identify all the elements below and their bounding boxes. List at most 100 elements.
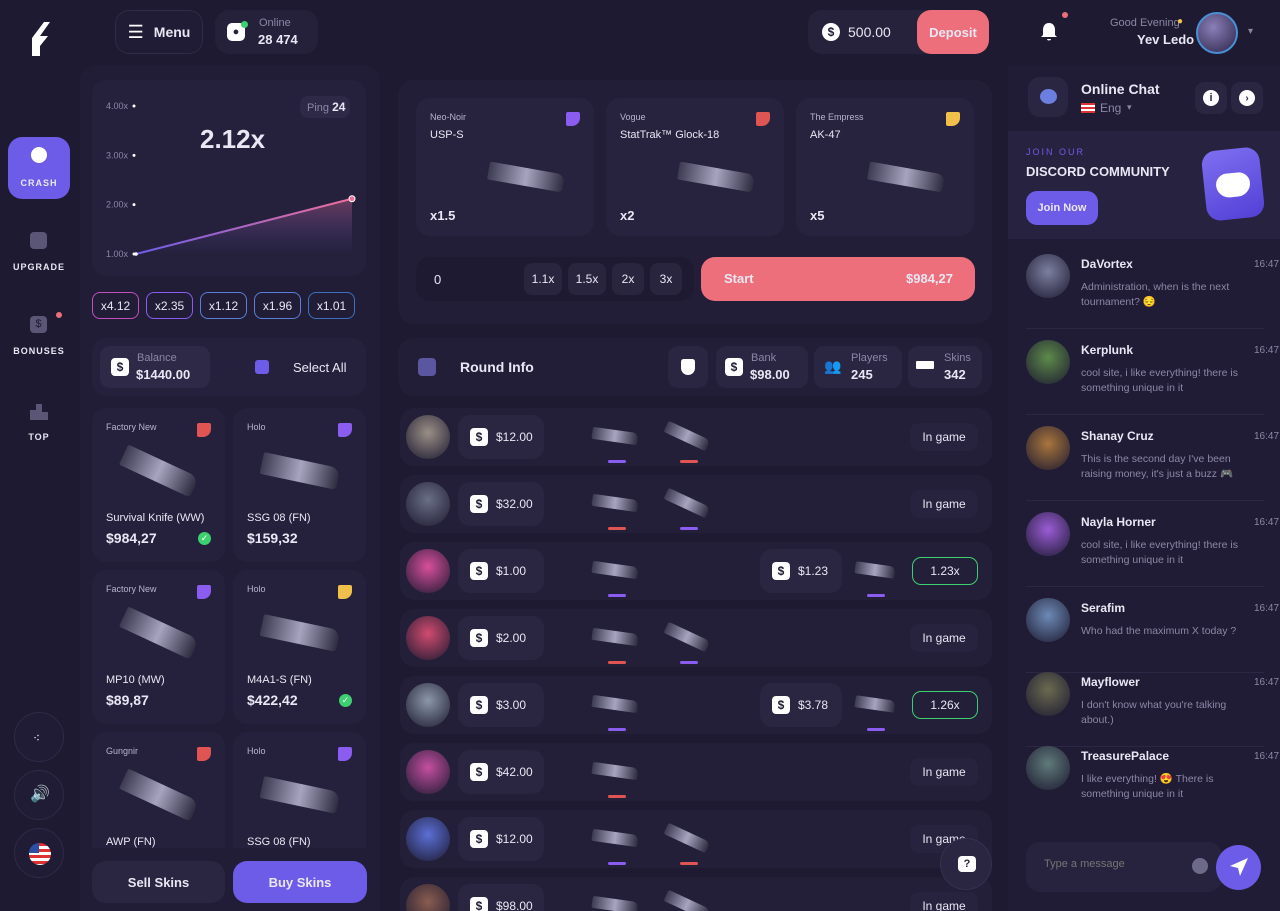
buy-skins-button[interactable]: Buy Skins [233, 861, 367, 903]
player-avatar[interactable] [406, 549, 450, 593]
chat-username[interactable]: Kerplunk [1081, 343, 1133, 357]
chat-avatar[interactable] [1026, 512, 1070, 556]
player-avatar[interactable] [406, 482, 450, 526]
menu-button[interactable]: ☰ Menu [115, 10, 203, 54]
share-button[interactable]: ⁖ [14, 712, 64, 762]
bet-skin-card[interactable]: The Empress AK-47 x5 [796, 98, 974, 236]
bet-skin-card[interactable]: Neo-Noir USP-S x1.5 [416, 98, 594, 236]
current-multiplier: 2.12x [200, 124, 266, 154]
support-button[interactable]: ? [940, 838, 992, 890]
sidebar-item-top[interactable]: TOP [8, 398, 70, 446]
player-avatar[interactable] [406, 415, 450, 459]
chat-avatar[interactable] [1026, 672, 1070, 716]
chat-username[interactable]: Shanay Cruz [1081, 429, 1154, 443]
player-row[interactable]: $ $1.00 $ $1.23 1.23x [400, 542, 992, 600]
skin-image [259, 776, 341, 814]
dollar-icon: $ [470, 830, 488, 848]
inventory-item[interactable]: Holo M4A1-S (FN) $422,42 ✓ [233, 570, 366, 724]
join-now-button[interactable]: Join Now [1026, 191, 1098, 225]
send-button[interactable] [1216, 845, 1261, 890]
emoji-icon[interactable] [1192, 858, 1208, 874]
fairness-button[interactable] [668, 346, 708, 388]
sell-skins-button[interactable]: Sell Skins [92, 861, 225, 903]
chat-info-button[interactable]: i [1195, 82, 1227, 114]
chat-avatar[interactable] [1026, 426, 1070, 470]
chat-avatar[interactable] [1026, 254, 1070, 298]
quick-multiplier-button[interactable]: 3x [650, 263, 682, 295]
player-avatar[interactable] [406, 817, 450, 861]
share-icon: ⁖ [33, 731, 41, 745]
history-chip[interactable]: x2.35 [146, 292, 193, 319]
player-row[interactable]: $ $2.00 In game [400, 609, 992, 667]
player-row[interactable]: $ $42.00 In game [400, 743, 992, 801]
bet-input[interactable]: 0 1.1x 1.5x 2x 3x [416, 257, 694, 301]
player-row[interactable]: $ $98.00 In game [400, 877, 992, 911]
chat-username[interactable]: Serafim [1081, 601, 1125, 615]
chat-collapse-button[interactable]: › [1231, 82, 1263, 114]
sidebar-item-crash[interactable]: CRASH [8, 137, 70, 199]
inventory-item[interactable]: Factory New Survival Knife (WW) $984,27 … [92, 408, 225, 562]
select-all-checkbox[interactable] [255, 360, 269, 374]
sound-button[interactable]: 🔊 [14, 770, 64, 820]
chevron-down-icon[interactable]: ▾ [1127, 102, 1132, 113]
deposit-button[interactable]: Deposit [917, 10, 989, 54]
inventory-item[interactable]: Gungnir AWP (FN) [92, 732, 225, 848]
inventory-item[interactable]: Holo SSG 08 (FN) [233, 732, 366, 848]
history-chip[interactable]: x1.01 [308, 292, 355, 319]
history-chip[interactable]: x4.12 [92, 292, 139, 319]
players-label: Players [851, 352, 888, 364]
player-avatar[interactable] [406, 750, 450, 794]
inventory-item[interactable]: Factory New MP10 (MW) $89,87 [92, 570, 225, 724]
sidebar-item-label: BONUSES [13, 346, 65, 356]
player-row[interactable]: $ $3.00 $ $3.78 1.26x [400, 676, 992, 734]
chat-language[interactable]: Eng [1100, 101, 1121, 115]
start-button[interactable]: Start $984,27 [701, 257, 975, 301]
history-chip[interactable]: x1.12 [200, 292, 247, 319]
chat-username[interactable]: TreasurePalace [1081, 749, 1169, 763]
check-icon: ✓ [339, 694, 352, 707]
rarity-bar [608, 728, 626, 731]
user-avatar[interactable] [1196, 12, 1238, 54]
history-chip[interactable]: x1.96 [254, 292, 301, 319]
player-avatar[interactable] [406, 884, 450, 911]
quick-multiplier-button[interactable]: 1.1x [524, 263, 562, 295]
item-condition: Gungnir [106, 746, 139, 756]
player-row[interactable]: $ $32.00 In game [400, 475, 992, 533]
bell-icon[interactable] [1040, 22, 1058, 42]
chat-avatar[interactable] [1026, 598, 1070, 642]
sidebar-item-bonuses[interactable]: $ BONUSES [8, 312, 70, 360]
sidebar-item-upgrade[interactable]: UPGRADE [8, 228, 70, 276]
rarity-bar [680, 460, 698, 463]
trend-icon [418, 358, 436, 376]
player-avatar[interactable] [406, 616, 450, 660]
player-row[interactable]: $ $12.00 In game [400, 408, 992, 466]
chat-username[interactable]: Mayflower [1081, 675, 1140, 689]
logo[interactable] [28, 20, 52, 58]
rarity-bar [867, 594, 885, 597]
player-avatar[interactable] [406, 683, 450, 727]
item-name: MP10 (MW) [106, 674, 165, 686]
chat-username[interactable]: Nayla Horner [1081, 515, 1156, 529]
podium-icon [30, 402, 48, 420]
chat-username[interactable]: DaVortex [1081, 257, 1133, 271]
chat-avatar[interactable] [1026, 340, 1070, 384]
dollar-icon: $ [772, 696, 790, 714]
quick-multiplier-button[interactable]: 2x [612, 263, 644, 295]
chat-time: 16:47 [1254, 259, 1280, 270]
language-button[interactable] [14, 828, 64, 878]
start-label: Start [724, 271, 754, 286]
bet-skin-image [591, 828, 639, 848]
chat-input[interactable] [1026, 842, 1222, 892]
bet-skin-card[interactable]: Vogue StatTrak™ Glock-18 x2 [606, 98, 784, 236]
chat-avatar[interactable] [1026, 746, 1070, 790]
message-field[interactable] [1044, 858, 1184, 870]
player-row[interactable]: $ $12.00 In game [400, 810, 992, 868]
balance-bar: $ Balance $1440.00 Select All [92, 338, 366, 396]
chat-time: 16:47 [1254, 677, 1280, 688]
app-root: ☰ Menu ● Online 28 474 $ 500.00 Deposit … [0, 0, 1280, 911]
quick-multiplier-button[interactable]: 1.5x [568, 263, 606, 295]
inventory-item[interactable]: Holo SSG 08 (FN) $159,32 [233, 408, 366, 562]
chevron-down-icon[interactable]: ▾ [1248, 26, 1253, 37]
chat-message: DaVortex 16:47 Administration, when is t… [1010, 252, 1280, 329]
select-all-label[interactable]: Select All [293, 360, 346, 375]
